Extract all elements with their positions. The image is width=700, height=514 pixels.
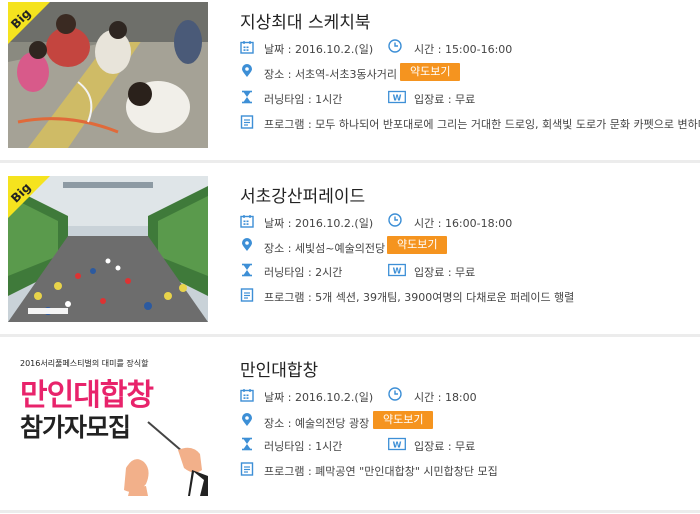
event-list: Big 지상최대 스케치북 날짜 : 2016.10.2.(일) 시간 : 15…: [0, 0, 700, 514]
event-place: 장소 : 예술의전당 광장: [264, 417, 370, 430]
map-button[interactable]: 약도보기: [387, 236, 448, 254]
event-time: 시간 : 18:00: [414, 391, 477, 404]
won-ticket-icon: W: [388, 90, 406, 104]
clock-icon: [388, 387, 402, 401]
event-program: 프로그램 : 폐막공연 "만인대합창" 시민합창단 모집: [264, 465, 498, 478]
event-item: Big 서초강산퍼레이드 날짜 : 2016.10.2.(일) 시간 : 16:…: [0, 162, 700, 334]
calendar-icon: [240, 41, 254, 54]
event-time: 시간 : 16:00-18:00: [414, 217, 513, 230]
event-item: Big 지상최대 스케치북 날짜 : 2016.10.2.(일) 시간 : 15…: [0, 0, 700, 160]
hourglass-icon: [242, 90, 252, 104]
event-thumbnail[interactable]: Big: [8, 2, 208, 148]
hourglass-icon: [242, 263, 252, 277]
calendar-icon: [240, 389, 254, 402]
event-date: 날짜 : 2016.10.2.(일): [264, 43, 374, 56]
won-ticket-icon: W: [388, 263, 406, 277]
event-title[interactable]: 만인대합창: [240, 356, 318, 381]
svg-text:W: W: [393, 441, 402, 450]
program-list-icon: [240, 462, 254, 476]
clock-icon: [388, 39, 402, 53]
event-fee: 입장료 : 무료: [414, 440, 476, 453]
program-list-icon: [240, 115, 254, 129]
event-title[interactable]: 서초강산퍼레이드: [240, 182, 365, 207]
event-runtime: 러닝타임 : 2시간: [264, 266, 343, 279]
event-date: 날짜 : 2016.10.2.(일): [264, 391, 374, 404]
location-pin-icon: [242, 413, 252, 426]
location-pin-icon: [242, 64, 252, 77]
event-runtime: 러닝타임 : 1시간: [264, 93, 343, 106]
event-place: 장소 : 세빛섬~예술의전당: [264, 242, 386, 255]
event-time: 시간 : 15:00-16:00: [414, 43, 513, 56]
event-title[interactable]: 지상최대 스케치북: [240, 8, 371, 33]
event-program: 프로그램 : 모두 하나되어 반포대로에 그리는 거대한 드로잉, 회색빛 도로…: [264, 118, 700, 131]
event-thumbnail[interactable]: 2016서리풀페스티벌의 대미를 장식할 만인대합창 참가자모집: [8, 350, 208, 496]
event-program: 프로그램 : 5개 섹션, 39개팀, 3900여명의 다채로운 퍼레이드 행렬: [264, 291, 575, 304]
hourglass-icon: [242, 437, 252, 451]
svg-text:W: W: [393, 267, 402, 276]
event-thumbnail[interactable]: Big: [8, 176, 208, 322]
event-fee: 입장료 : 무료: [414, 266, 476, 279]
svg-text:W: W: [393, 94, 402, 103]
event-place: 장소 : 서초역-서초3동사거리: [264, 68, 397, 81]
event-runtime: 러닝타임 : 1시간: [264, 440, 343, 453]
location-pin-icon: [242, 238, 252, 251]
poster-top-text: 2016서리풀페스티벌의 대미를 장식할: [20, 359, 149, 368]
poster-sub-text: 참가자모집: [20, 413, 131, 442]
conductor-hands-illustration: [124, 421, 208, 496]
calendar-icon: [240, 215, 254, 228]
event-item: 2016서리풀페스티벌의 대미를 장식할 만인대합창 참가자모집 만인대합창 날…: [0, 336, 700, 514]
divider: [0, 510, 700, 513]
event-fee: 입장료 : 무료: [414, 93, 476, 106]
clock-icon: [388, 213, 402, 227]
event-date: 날짜 : 2016.10.2.(일): [264, 217, 374, 230]
map-button[interactable]: 약도보기: [400, 63, 461, 81]
won-ticket-icon: W: [388, 437, 406, 451]
map-button[interactable]: 약도보기: [373, 411, 434, 429]
program-list-icon: [240, 288, 254, 302]
